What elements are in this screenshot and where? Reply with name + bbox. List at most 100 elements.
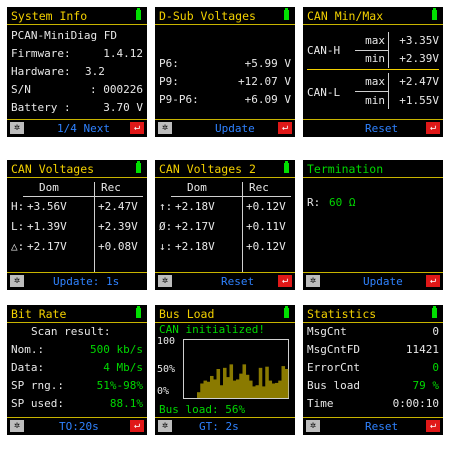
next-page-button[interactable]: 1/4 Next [57,122,110,135]
reset-button[interactable]: Reset [365,122,398,135]
panel-title-bar: Termination [303,160,443,178]
panel-can-voltages: CAN Voltages Dom Rec H: +3.56V +2.47V L:… [7,160,147,290]
divider [171,196,291,197]
data-rate-label: Data: [11,361,45,374]
divider [388,73,389,109]
gear-icon[interactable]: ✲ [306,275,320,287]
return-arrow-icon[interactable]: ↵ [426,420,440,432]
can-h-min-label-cell: min [355,52,385,66]
can-l-max-label: max [365,75,385,88]
gear-icon[interactable]: ✲ [158,122,172,134]
data-rate-value: 4 Mb/s [103,361,143,374]
serial-row: S/N : 000226 [11,83,143,97]
update-button[interactable]: Update [215,122,255,135]
divider [355,50,389,51]
gear-icon[interactable]: ✲ [10,122,24,134]
bus-load-bar [268,380,273,398]
panel-system-info: System Info PCAN-MiniDiag FD Firmware: 1… [7,7,147,137]
panel-title: Statistics [307,307,377,321]
panel-footer: ✲ GT: 2s [155,417,295,435]
row-down-dom: +2.18V [175,240,215,253]
bus-load-bar [226,377,230,398]
sp-used-label: SP used: [11,397,64,410]
bus-load-bar [197,392,201,398]
timeout-button[interactable]: TO:20s [59,420,99,433]
return-arrow-icon[interactable]: ↵ [130,122,144,134]
reset-button[interactable]: Reset [221,275,254,288]
serial-value: : 000226 [90,83,143,96]
scan-result-heading: Scan result: [31,325,111,338]
update-button[interactable]: Update [363,275,403,288]
busload-value: 79 % [412,379,440,392]
data-rate-row: Data: 4 Mb/s [11,361,143,375]
can-l-min-value: +1.55V [399,94,439,107]
panel-title: CAN Min/Max [307,9,384,23]
bus-load-readout: Bus load: 56% [159,403,246,416]
bus-load-bar [284,369,289,398]
panel-can-min-max: CAN Min/Max CAN-H max +3.35V min +2.39V … [303,7,443,137]
battery-icon [284,8,289,20]
busload-label: Bus load [307,379,360,392]
column-rec-header: Rec [101,181,121,194]
gear-icon[interactable]: ✲ [10,420,24,432]
panel-title: CAN Voltages [11,162,95,176]
panel-termination: Termination R: 60 Ω ✲ Update ↵ [303,160,443,290]
p9-p6-row: P9-P6: +6.09 V [159,93,291,107]
panel-title: Bus Load [159,307,215,321]
p9-p6-label: P9-P6: [159,93,199,106]
panel-title-bar: Bit Rate [7,305,147,323]
return-arrow-icon[interactable]: ↵ [278,275,292,287]
column-dom-header: Dom [39,181,59,194]
gear-icon[interactable]: ✲ [158,275,172,287]
device-name-row: PCAN-MiniDiag FD [11,29,143,43]
can-h-max-cell: +3.35V [389,34,439,48]
panel-title: Termination [307,162,384,176]
gear-icon[interactable]: ✲ [158,420,172,432]
panel-footer: ✲ Reset ↵ [303,417,443,435]
serial-label: S/N [11,83,31,96]
sp-used-value: 88.1% [109,397,143,410]
resistance-value: 60 Ω [329,196,356,209]
return-arrow-icon[interactable]: ↵ [426,122,440,134]
busload-row: Bus load 79 % [307,379,439,393]
msgcnt-label: MsgCnt [307,325,347,338]
bus-load-bar [200,383,204,398]
can-h-max-label: max [365,34,385,47]
can-h-label-row: CAN-H [307,44,347,58]
bus-load-bar [203,380,208,398]
divider [23,196,143,197]
return-arrow-icon[interactable]: ↵ [278,122,292,134]
panel-title-bar: D-Sub Voltages [155,7,295,25]
can-h-min-cell: +2.39V [389,52,439,66]
row-h-rec: +2.47V [98,200,138,213]
firmware-row: Firmware: 1.4.12 [11,47,143,61]
update-interval-button[interactable]: Update: 1s [53,275,119,288]
firmware-label: Firmware: [11,47,71,60]
divider [242,182,243,272]
column-rec-header: Rec [249,181,269,194]
return-arrow-icon[interactable]: ↵ [426,275,440,287]
row-l-label: L: [11,220,25,233]
row-down-label: ↓: [159,240,173,253]
battery-icon [284,161,289,173]
gear-icon[interactable]: ✲ [306,420,320,432]
bus-load-bar [236,379,240,398]
time-row: Time 0:00:10 [307,397,439,411]
return-arrow-icon[interactable]: ↵ [130,420,144,432]
row-l-dom: +1.39V [27,220,67,233]
panel-footer: Reset ↵ [303,119,443,137]
reset-button[interactable]: Reset [365,420,398,433]
p9-row: P9: +12.07 V [159,75,291,89]
can-l-max-label-cell: max [355,75,385,89]
graph-time-button[interactable]: GT: 2s [199,420,239,433]
msgcnt-row: MsgCnt 0 [307,325,439,339]
panel-bus-load: Bus Load CAN initialized! 100 50% 0% Bus… [155,305,295,435]
battery-icon [284,306,289,318]
bus-load-bar [210,375,214,398]
panel-footer: ✲ TO:20s ↵ [7,417,147,435]
p9-p6-value: +6.09 V [244,93,291,106]
row-up-dom: +2.18V [175,200,215,213]
gear-icon[interactable]: ✲ [10,275,24,287]
firmware-value: 1.4.12 [103,47,143,60]
can-h-max-label-cell: max [355,34,385,48]
